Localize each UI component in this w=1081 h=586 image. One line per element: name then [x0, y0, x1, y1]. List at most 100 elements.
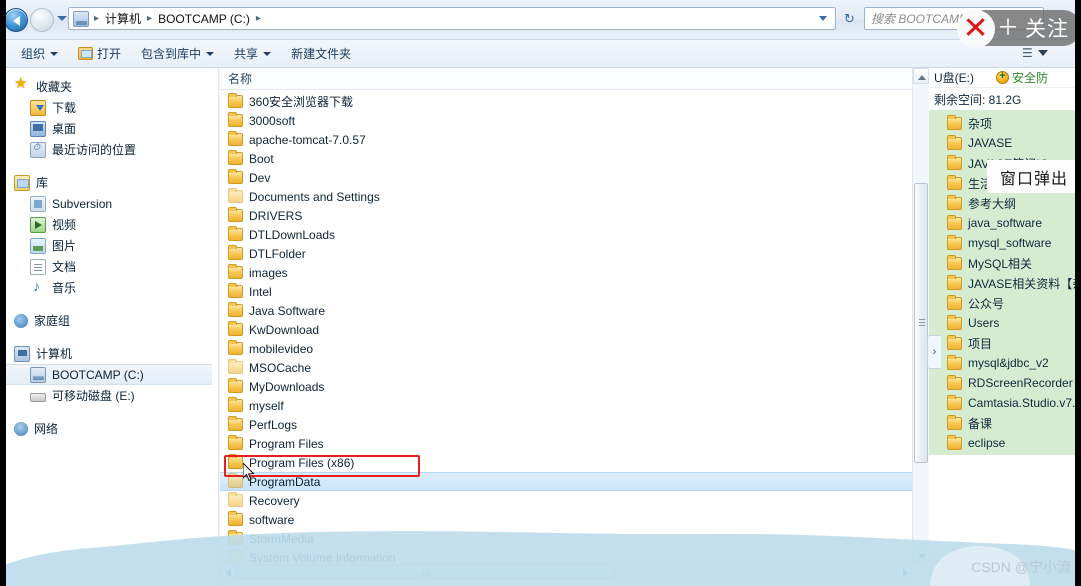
folder-icon [228, 226, 243, 241]
file-row[interactable]: DTLDownLoads [220, 225, 912, 244]
explorer-window: ▸ 计算机 ▸ BOOTCAMP (C:) ▸ ↻ 搜索 BOOTCAMP (C… [0, 0, 1081, 586]
scroll-left-button[interactable] [220, 564, 236, 581]
folder-icon [228, 283, 243, 298]
usb-folder-row[interactable]: mysql&jdbc_v2 [929, 353, 1081, 373]
file-row[interactable]: System Volume Information [220, 548, 912, 563]
horizontal-scroll-thumb[interactable] [237, 565, 615, 580]
breadcrumb-separator-2[interactable]: ▸ [253, 13, 264, 24]
file-row[interactable]: StormMedia [220, 529, 912, 548]
sidebar-item-documents[interactable]: 文档 [0, 256, 218, 277]
usb-folder-row[interactable]: java_software [929, 213, 1081, 233]
usb-folder-row[interactable]: Camtasia.Studio.v7.1.1. [929, 393, 1081, 413]
refresh-icon[interactable]: ↻ [840, 9, 859, 28]
sidebar-item-removable-e[interactable]: 可移动磁盘 (E:) [0, 385, 218, 406]
hard-drive-icon [30, 366, 46, 383]
file-row[interactable]: KwDownload [220, 320, 912, 339]
folder-icon [228, 359, 243, 374]
usb-folder-row[interactable]: JAVASE相关资料【杂】 [929, 273, 1081, 293]
column-header-name[interactable]: 名称 [228, 70, 252, 87]
sidebar-item-subversion[interactable]: Subversion [0, 193, 218, 214]
sidebar-item-bootcamp-c[interactable]: BOOTCAMP (C:) [4, 364, 212, 385]
folder-icon [228, 416, 243, 431]
share-button[interactable]: 共享 [225, 42, 280, 65]
left-edge-border [0, 0, 6, 586]
open-button[interactable]: 打开 [69, 42, 130, 65]
file-row[interactable]: Java Software [220, 301, 912, 320]
sidebar-label: 图片 [52, 239, 77, 253]
view-mode-control[interactable]: ☰ [1022, 46, 1048, 60]
vertical-scrollbar[interactable] [912, 68, 929, 563]
usb-folder-row[interactable]: 杂项 [929, 113, 1081, 133]
file-row[interactable]: Program Files [220, 434, 912, 453]
file-row[interactable]: software [220, 510, 912, 529]
usb-folder-row[interactable]: 参考大纲 [929, 193, 1081, 213]
usb-folder-row[interactable]: RDScreenRecorder [929, 373, 1081, 393]
sidebar-item-network[interactable]: 网络 [0, 418, 218, 439]
file-row[interactable]: Recovery [220, 491, 912, 510]
back-button[interactable] [4, 8, 28, 32]
close-overlay-button[interactable]: ✕ [957, 10, 995, 48]
file-row[interactable]: Documents and Settings [220, 187, 912, 206]
sidebar-item-libraries[interactable]: 库 [0, 172, 218, 193]
sidebar-item-downloads[interactable]: 下载 [0, 97, 218, 118]
forward-button[interactable] [30, 8, 54, 32]
sidebar-item-music[interactable]: 音乐 [0, 277, 218, 298]
breadcrumb-item-0[interactable]: 计算机 [102, 9, 144, 28]
file-row[interactable]: images [220, 263, 912, 282]
sidebar-item-videos[interactable]: 视频 [0, 214, 218, 235]
folder-icon [228, 169, 243, 184]
breadcrumb-bar[interactable]: ▸ 计算机 ▸ BOOTCAMP (C:) ▸ [68, 7, 836, 30]
sidebar-item-computer[interactable]: 计算机 [0, 343, 218, 364]
usb-folder-row[interactable]: 项目 [929, 333, 1081, 353]
navigation-pane[interactable]: 收藏夹 下载 桌面 最近访问的位置 库 Subversion 视频 [0, 68, 219, 586]
file-row[interactable]: MyDownloads [220, 377, 912, 396]
address-dropdown-icon[interactable] [819, 16, 827, 21]
file-name: images [249, 265, 288, 280]
scroll-right-button[interactable] [896, 564, 912, 581]
sidebar-label: 文档 [52, 260, 77, 274]
file-row[interactable]: mobilevideo [220, 339, 912, 358]
sidebar-item-recent-places[interactable]: 最近访问的位置 [0, 139, 218, 160]
usb-folder-row[interactable]: JAVASE [929, 133, 1081, 153]
usb-folder-name: !!!MYSQL&JDBC上课资 [968, 455, 1081, 456]
usb-folder-row[interactable]: mysql_software [929, 233, 1081, 253]
file-row[interactable]: Dev [220, 168, 912, 187]
include-in-library-button[interactable]: 包含到库中 [132, 42, 223, 65]
sidebar-item-pictures[interactable]: 图片 [0, 235, 218, 256]
scroll-up-button[interactable] [913, 68, 929, 84]
usb-folder-row[interactable]: MySQL相关 [929, 253, 1081, 273]
folder-icon [947, 234, 962, 250]
usb-folder-row[interactable]: Users [929, 313, 1081, 333]
horizontal-scrollbar[interactable] [220, 563, 912, 581]
file-row[interactable]: MSOCache [220, 358, 912, 377]
file-row[interactable]: DRIVERS [220, 206, 912, 225]
file-row[interactable]: PerfLogs [220, 415, 912, 434]
file-row[interactable]: 3000soft [220, 111, 912, 130]
sidebar-item-favorites[interactable]: 收藏夹 [0, 76, 218, 97]
expand-pane-tab[interactable]: › [927, 335, 941, 369]
organize-button[interactable]: 组织 [12, 42, 67, 65]
file-row[interactable]: 360安全浏览器下载 [220, 92, 912, 111]
file-list-pane[interactable]: 名称 360安全浏览器下载 3000soft apache-tomcat-7.0.5… [220, 68, 912, 563]
usb-folder-row[interactable]: 备课 [929, 413, 1081, 433]
usb-folder-row[interactable]: 公众号 [929, 293, 1081, 313]
new-folder-button[interactable]: 新建文件夹 [282, 42, 360, 65]
file-row[interactable]: DTLFolder [220, 244, 912, 263]
usb-folder-row[interactable]: !!!MYSQL&JDBC上课资 [929, 453, 1081, 455]
file-row[interactable]: Boot [220, 149, 912, 168]
recent-pages-dropdown-icon[interactable] [57, 16, 67, 21]
usb-folder-row[interactable]: eclipse [929, 433, 1081, 453]
file-row[interactable]: apache-tomcat-7.0.57 [220, 130, 912, 149]
usb-folder-name: 杂项 [968, 116, 993, 131]
vertical-scroll-thumb[interactable] [914, 183, 928, 463]
breadcrumb-item-1[interactable]: BOOTCAMP (C:) [155, 11, 253, 27]
folder-icon [228, 397, 243, 412]
file-row[interactable]: Intel [220, 282, 912, 301]
folder-icon [228, 492, 243, 507]
sidebar-item-homegroup[interactable]: 家庭组 [0, 310, 218, 331]
usb-drive-pane[interactable]: U盘(E:) 安全防 剩余空间: 81.2G 杂项JAVASEJAVASE笔记I… [929, 68, 1081, 586]
scroll-down-button[interactable] [913, 547, 929, 563]
sidebar-item-desktop[interactable]: 桌面 [0, 118, 218, 139]
file-row[interactable]: myself [220, 396, 912, 415]
usb-folder-name: eclipse [968, 436, 1006, 450]
